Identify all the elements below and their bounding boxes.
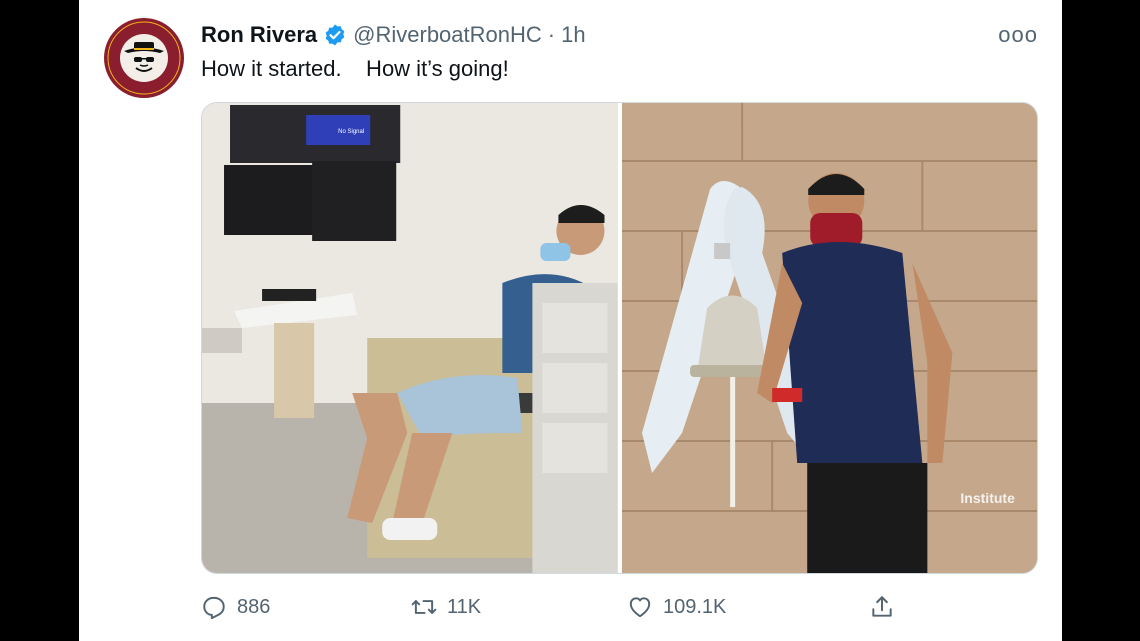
share-icon <box>872 596 892 617</box>
reply-count: 886 <box>237 595 271 618</box>
like-button[interactable]: 109.1K <box>627 594 726 620</box>
verified-badge-icon <box>325 24 345 46</box>
avatar-logo-icon <box>105 19 183 97</box>
reply-button[interactable]: 886 <box>201 594 270 620</box>
avatar[interactable] <box>104 18 184 98</box>
share-button[interactable] <box>869 594 895 620</box>
tweet-card: Ron Rivera @RiverboatRonHC · 1h ooo How … <box>79 0 1062 641</box>
separator: · <box>547 22 556 47</box>
retweet-button[interactable]: 11K <box>411 594 481 620</box>
tweet-text: How it started. How it’s going! <box>201 56 509 81</box>
retweet-count: 11K <box>447 595 482 618</box>
author-name[interactable]: Ron Rivera <box>201 22 317 48</box>
retweet-icon <box>411 600 437 614</box>
institute-wall-text: Institute <box>960 490 1015 506</box>
timestamp[interactable]: 1h <box>561 22 585 48</box>
tweet-actions: 886 11K 109.1K <box>201 590 1036 624</box>
tweet-media[interactable]: No Signal Institute <box>201 102 1038 574</box>
no-signal-text: No Signal <box>338 129 364 135</box>
heart-icon <box>629 597 651 618</box>
like-count: 109.1K <box>663 595 727 618</box>
bell-ringing-photo: Institute <box>621 103 1037 573</box>
photo-how-its-going[interactable]: Institute <box>621 103 1037 573</box>
infusion-room-photo: No Signal <box>202 103 618 573</box>
tweet-header: Ron Rivera @RiverboatRonHC · 1h <box>201 20 586 50</box>
author-handle[interactable]: @RiverboatRonHC <box>353 22 542 48</box>
photo-how-it-started[interactable]: No Signal <box>202 103 618 573</box>
more-options-icon[interactable]: ooo <box>998 22 1038 48</box>
reply-icon <box>203 596 225 620</box>
